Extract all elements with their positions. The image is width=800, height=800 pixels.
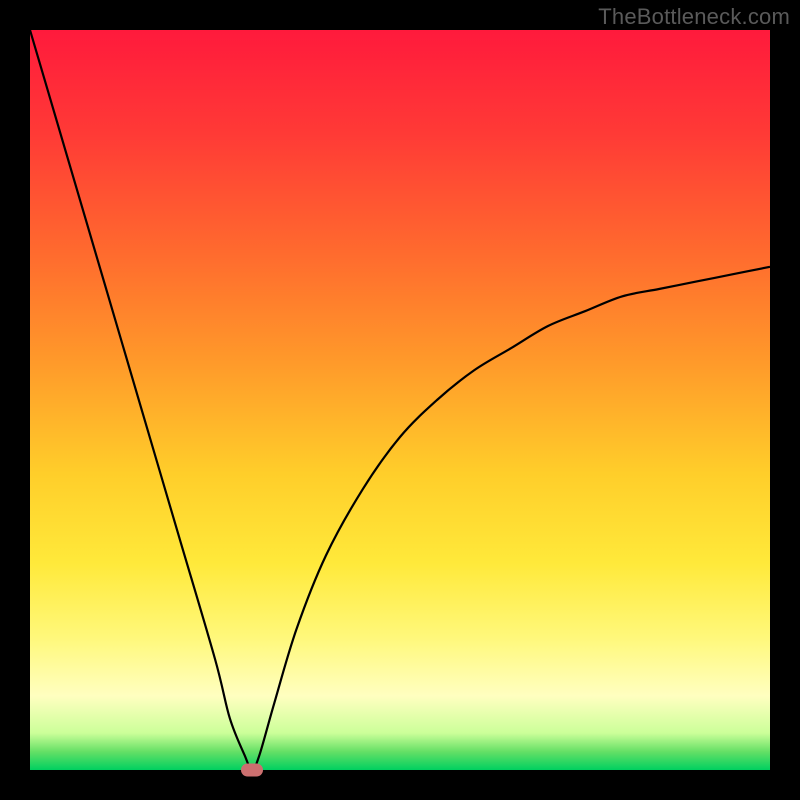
valley-marker [241, 764, 263, 777]
watermark-text: TheBottleneck.com [598, 4, 790, 30]
chart-frame: TheBottleneck.com [0, 0, 800, 800]
bottleneck-curve [30, 30, 770, 770]
plot-area [30, 30, 770, 770]
curve-svg [30, 30, 770, 770]
